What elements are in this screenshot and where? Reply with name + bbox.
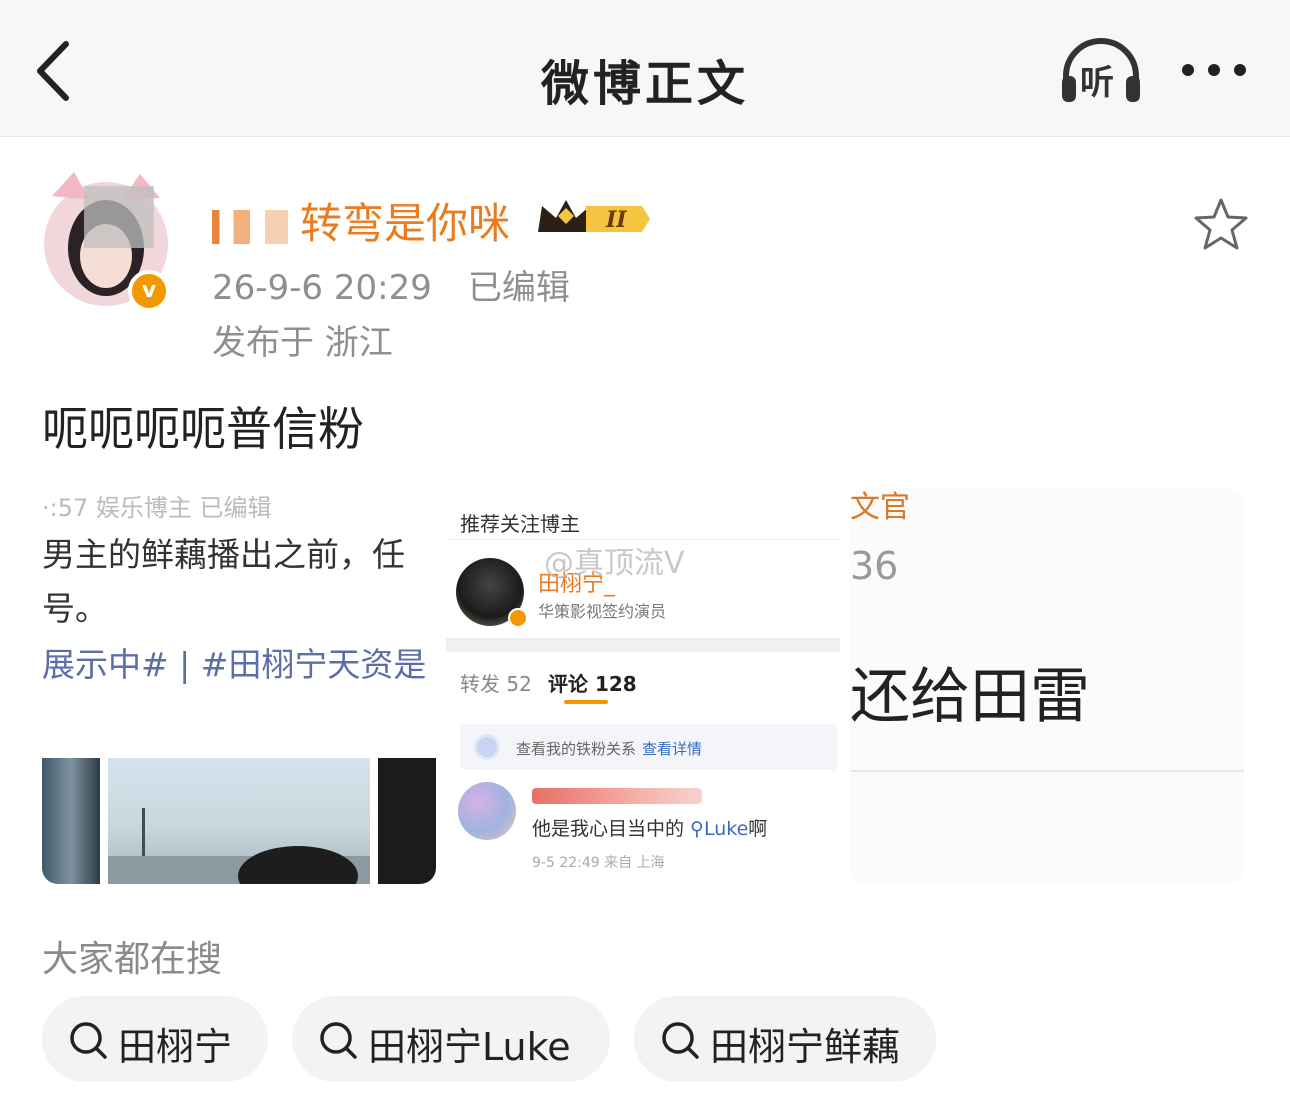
image1-line-1: 男主的鲜藕播出之前，任 bbox=[42, 535, 405, 574]
image1-photo-center bbox=[108, 758, 370, 884]
recommend-header-text: 推荐关注博主 bbox=[460, 512, 580, 536]
recommend-verified-icon bbox=[508, 608, 528, 628]
recommend-header: 推荐关注博主 bbox=[446, 488, 840, 540]
search-chip-3[interactable]: 田栩宁鲜藕 bbox=[634, 996, 936, 1082]
comment-link: Luke bbox=[703, 818, 749, 840]
tab-repost: 转发 52 bbox=[460, 672, 532, 696]
divider bbox=[446, 638, 840, 652]
image1-top-text: ·:57 娱乐博主 已编辑 bbox=[42, 494, 272, 522]
more-dots-icon[interactable] bbox=[1178, 58, 1250, 82]
comment-suffix: 啊 bbox=[748, 818, 768, 840]
photo-scene-icon bbox=[108, 808, 370, 884]
search-heading: 大家都在搜 bbox=[42, 939, 223, 980]
search-chip-label: 田栩宁鲜藕 bbox=[710, 1025, 901, 1069]
commenter-avatar bbox=[458, 782, 516, 840]
search-icon bbox=[70, 1022, 107, 1059]
search-chip-1[interactable]: 田栩宁 bbox=[42, 996, 268, 1082]
comment-text-main: 他是我心目当中的 bbox=[532, 818, 691, 840]
post-location: 发布于 浙江 bbox=[212, 323, 393, 363]
search-chip-2[interactable]: 田栩宁Luke bbox=[292, 996, 610, 1082]
listen-label[interactable]: 听 bbox=[1080, 55, 1114, 104]
comment-time: 9-5 22:49 来自 上海 bbox=[532, 855, 665, 871]
post-time: 26-9-6 20:29 bbox=[212, 268, 432, 308]
edited-label: 已编辑 bbox=[467, 268, 570, 308]
image3-top-text: 文官 bbox=[850, 490, 910, 525]
image-watermark: @真顶流V bbox=[544, 546, 685, 581]
fans-relation-link: 查看详情 bbox=[642, 740, 703, 758]
post-image-1[interactable]: ·:57 娱乐博主 已编辑 男主的鲜藕播出之前，任 号。 展示中# | #田栩宁… bbox=[42, 488, 436, 884]
badge-level: II bbox=[605, 207, 627, 233]
author-name[interactable]: 转弯是你咪 bbox=[212, 190, 510, 251]
search-chip-label: 田栩宁 bbox=[118, 1025, 233, 1069]
search-chip-label: 田栩宁Luke bbox=[368, 1025, 571, 1069]
fan-level-badge-icon[interactable]: II bbox=[534, 196, 652, 242]
image3-divider bbox=[850, 770, 1244, 772]
image1-photo-right bbox=[378, 758, 436, 884]
verified-badge: v bbox=[128, 270, 170, 312]
tab-underline bbox=[564, 700, 608, 704]
image3-big-text: 还给田雷 bbox=[850, 662, 1090, 732]
post-image-3[interactable]: 文官 36 还给田雷 bbox=[850, 488, 1244, 884]
image1-line-2: 号。 bbox=[42, 589, 108, 628]
fans-relation-text: 查看我的铁粉关系 bbox=[516, 740, 637, 758]
author-name-text: 转弯是你咪 bbox=[300, 199, 511, 248]
commenter-name-redacted bbox=[532, 788, 702, 804]
image1-line-3: 展示中# | #田栩宁天资是 bbox=[42, 645, 427, 684]
favorite-star-icon[interactable] bbox=[1192, 196, 1250, 254]
image1-photo-left bbox=[42, 758, 100, 884]
image3-number: 36 bbox=[850, 544, 899, 588]
redacted-prefix bbox=[212, 209, 288, 244]
post-meta: 26-9-6 20:29 已编辑 bbox=[212, 260, 570, 309]
search-icon bbox=[320, 1022, 357, 1059]
top-bar: 微博正文 听 bbox=[0, 0, 1290, 137]
recommend-desc: 华策影视签约演员 bbox=[538, 602, 667, 621]
comment-search-icon: ⚲ bbox=[690, 818, 704, 840]
comment-text: 他是我心目当中的 ⚲Luke啊 bbox=[532, 814, 767, 841]
tab-comment: 评论 128 bbox=[548, 672, 637, 696]
search-icon bbox=[662, 1022, 699, 1059]
fans-relation-icon bbox=[474, 734, 500, 760]
post-text: 呃呃呃呃普信粉 bbox=[42, 402, 364, 456]
